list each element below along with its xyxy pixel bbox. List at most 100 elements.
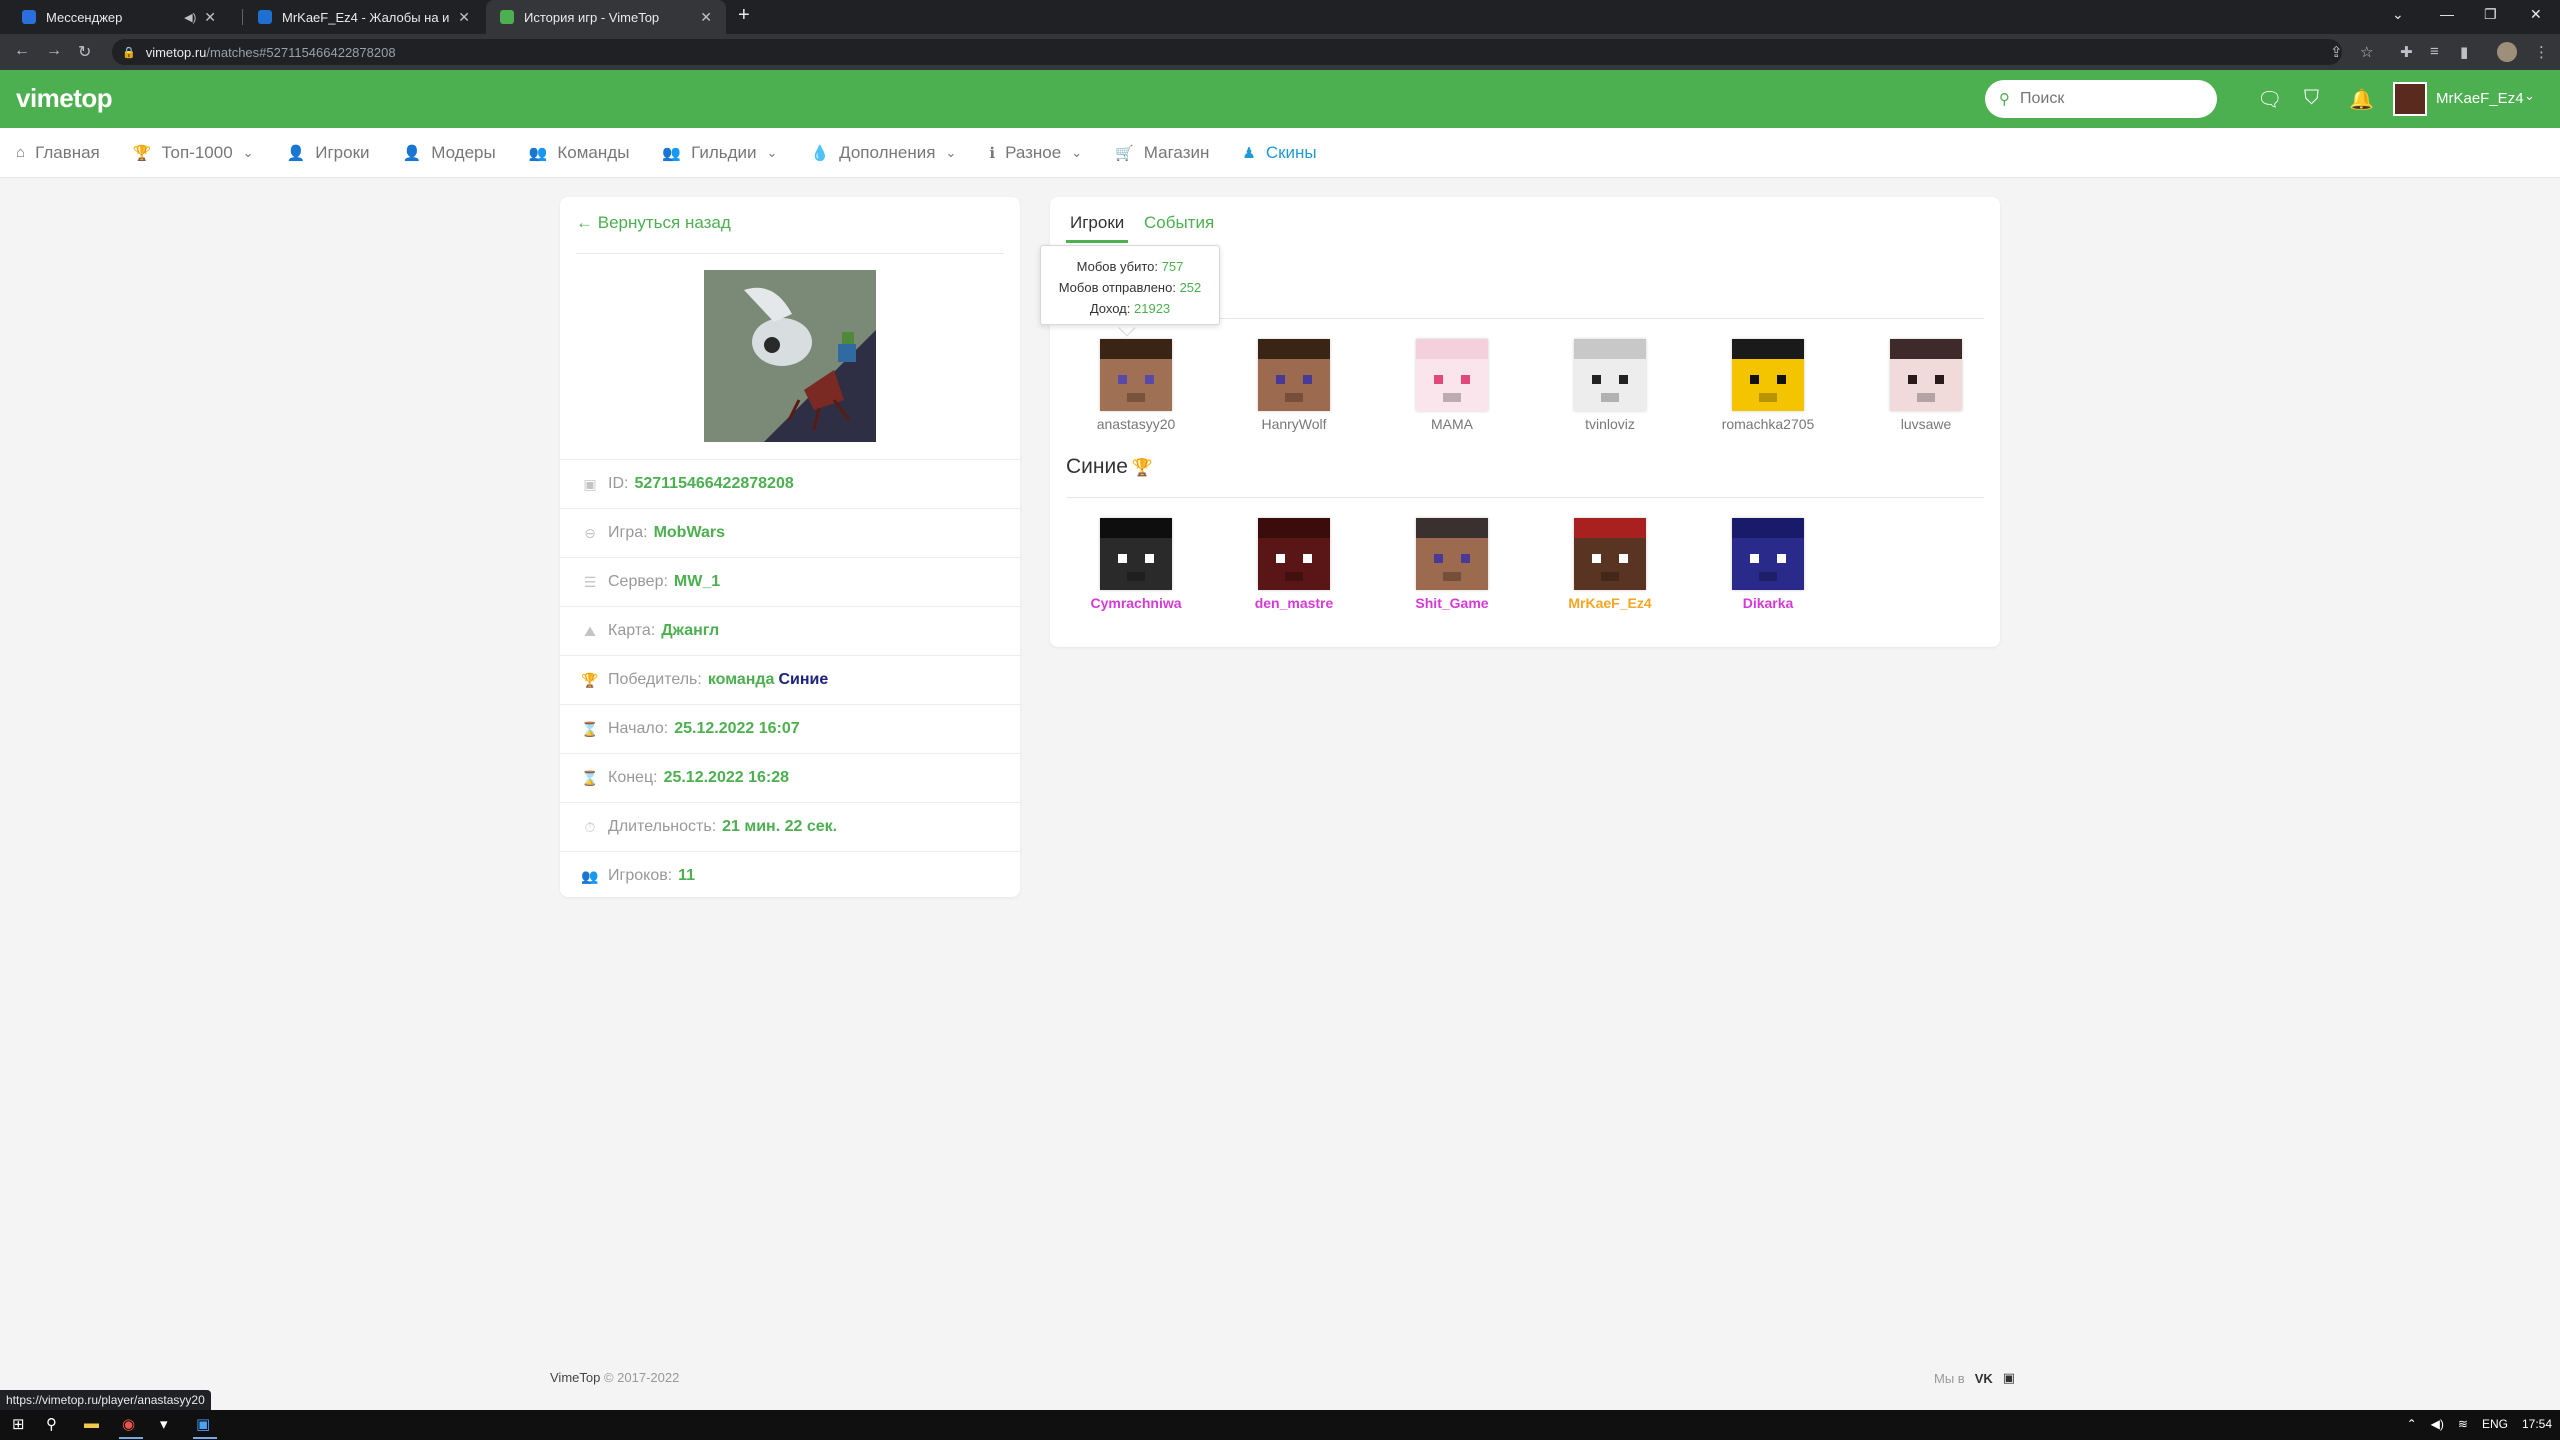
info-row-id: ▣ ID: 527115466422878208 bbox=[560, 459, 1020, 508]
player-tile[interactable]: MAMA bbox=[1382, 339, 1522, 432]
player-name[interactable]: MrKaeF_Ez4 bbox=[1540, 595, 1680, 611]
discord-icon[interactable]: ▣ bbox=[2003, 1370, 2015, 1386]
file-explorer-icon[interactable]: ▬ bbox=[84, 1415, 99, 1432]
player-name[interactable]: tvinloviz bbox=[1540, 416, 1680, 432]
close-tab-icon[interactable]: ✕ bbox=[458, 9, 470, 26]
side-panel-icon[interactable]: ▮ bbox=[2460, 43, 2468, 61]
tab-search-icon[interactable]: ⌄ bbox=[2392, 6, 2404, 23]
player-name[interactable]: luvsawe bbox=[1856, 416, 1996, 432]
close-window-icon[interactable]: ✕ bbox=[2530, 6, 2542, 23]
player-skin-avatar[interactable] bbox=[1732, 518, 1804, 590]
reload-icon[interactable]: ↻ bbox=[78, 42, 91, 62]
hourglass-start-icon: ⌛ bbox=[581, 720, 599, 737]
player-skin-avatar[interactable] bbox=[1574, 339, 1646, 411]
player-skin-avatar[interactable] bbox=[1574, 518, 1646, 590]
nav-item-top1000[interactable]: 🏆 Топ-1000 ⌄ bbox=[133, 143, 254, 163]
restore-icon[interactable]: ❐ bbox=[2484, 6, 2497, 23]
volume-icon[interactable]: ◀) bbox=[2431, 1417, 2444, 1431]
player-tile[interactable]: Dikarka bbox=[1698, 518, 1838, 611]
minimize-icon[interactable]: — bbox=[2440, 6, 2454, 22]
user-avatar[interactable] bbox=[2393, 82, 2427, 116]
messages-icon[interactable]: 🗨 bbox=[2257, 87, 2282, 112]
reading-list-icon[interactable]: ≡ bbox=[2430, 43, 2439, 60]
player-skin-avatar[interactable] bbox=[1100, 518, 1172, 590]
extensions-icon[interactable]: ✚ bbox=[2400, 43, 2413, 61]
browser-tab-vimetop[interactable]: История игр - VimeTop ✕ bbox=[486, 0, 726, 34]
footer-copyright: VimeTop © 2017-2022 bbox=[550, 1370, 679, 1385]
bell-icon[interactable]: 🔔 bbox=[2349, 87, 2374, 112]
browser-tab-messenger[interactable]: Мессенджер ◀) ✕ bbox=[8, 0, 230, 34]
player-skin-avatar[interactable] bbox=[1258, 518, 1330, 590]
user-name[interactable]: MrKaeF_Ez4 bbox=[2436, 90, 2524, 107]
close-tab-icon[interactable]: ✕ bbox=[700, 9, 712, 26]
player-name[interactable]: Dikarka bbox=[1698, 595, 1838, 611]
shield-icon[interactable]: ⛉ bbox=[2304, 87, 2319, 110]
network-icon[interactable]: ≋ bbox=[2458, 1417, 2468, 1431]
nav-item-home[interactable]: ⌂ Главная bbox=[16, 143, 100, 163]
search-icon[interactable]: ⚲ bbox=[46, 1415, 57, 1433]
forward-icon[interactable]: → bbox=[46, 42, 62, 60]
player-name[interactable]: anastasyy20 bbox=[1066, 416, 1206, 432]
player-skin-avatar[interactable] bbox=[1890, 339, 1962, 411]
player-tile[interactable]: den_mastre bbox=[1224, 518, 1364, 611]
player-name[interactable]: den_mastre bbox=[1224, 595, 1364, 611]
tab-players[interactable]: Игроки bbox=[1066, 213, 1129, 243]
player-name[interactable]: HanryWolf bbox=[1224, 416, 1364, 432]
player-tile[interactable]: romachka2705 bbox=[1698, 339, 1838, 432]
search-input[interactable] bbox=[2020, 90, 2190, 108]
winner-team-name: Синие bbox=[778, 671, 829, 688]
nav-item-guilds[interactable]: 👥 Гильдии ⌄ bbox=[662, 143, 777, 163]
back-icon[interactable]: ← bbox=[14, 42, 30, 60]
back-link[interactable]: ← Вернуться назад bbox=[576, 213, 731, 233]
speaker-icon[interactable]: ◀) bbox=[184, 11, 196, 24]
nav-item-teams[interactable]: 👥 Команды bbox=[529, 143, 630, 163]
player-tile[interactable]: MrKaeF_Ez4 bbox=[1540, 518, 1680, 611]
tray-chevron-icon[interactable]: ⌃ bbox=[2407, 1417, 2417, 1431]
tooltip-killed: Мобов убито: 757 bbox=[1041, 256, 1219, 277]
clock[interactable]: 17:54 bbox=[2522, 1417, 2552, 1431]
player-tile[interactable]: anastasyy20 bbox=[1066, 339, 1206, 432]
nav-item-players[interactable]: 👤 Игроки bbox=[287, 143, 370, 163]
nav-item-shop[interactable]: 🛒 Магазин bbox=[1115, 143, 1209, 163]
windows-start-icon[interactable]: ⊞ bbox=[12, 1415, 25, 1433]
player-tile[interactable]: HanryWolf bbox=[1224, 339, 1364, 432]
browser-tab-complaints[interactable]: MrKaeF_Ez4 - Жалобы на игроков ✕ bbox=[244, 0, 484, 34]
player-skin-avatar[interactable] bbox=[1416, 339, 1488, 411]
tab-events[interactable]: События bbox=[1144, 213, 1214, 243]
site-logo[interactable]: vimetop bbox=[16, 83, 113, 114]
mouse-app-icon[interactable]: ▾ bbox=[160, 1415, 168, 1433]
nav-item-moderators[interactable]: 👤 Модеры bbox=[403, 143, 496, 163]
nav-label: Разное bbox=[1005, 142, 1062, 162]
new-tab-button[interactable]: + bbox=[738, 4, 750, 27]
bookmark-star-icon[interactable]: ☆ bbox=[2360, 43, 2373, 61]
vk-icon[interactable]: VK bbox=[1975, 1371, 1993, 1386]
share-icon[interactable]: ⇪ bbox=[2330, 43, 2343, 61]
player-skin-avatar[interactable] bbox=[1732, 339, 1804, 411]
nav-item-misc[interactable]: ℹ Разное ⌄ bbox=[989, 143, 1082, 163]
search-box[interactable]: ⚲ bbox=[1985, 80, 2217, 118]
close-tab-icon[interactable]: ✕ bbox=[204, 9, 216, 26]
player-name[interactable]: MAMA bbox=[1382, 416, 1522, 432]
player-name[interactable]: romachka2705 bbox=[1698, 416, 1838, 432]
player-skin-avatar[interactable] bbox=[1258, 339, 1330, 411]
nav-item-addons[interactable]: 💧 Дополнения ⌄ bbox=[810, 143, 956, 163]
player-tile[interactable]: luvsawe bbox=[1856, 339, 1996, 432]
nav-item-skins[interactable]: ♟ Скины bbox=[1242, 143, 1316, 163]
footer-brand[interactable]: VimeTop bbox=[550, 1370, 600, 1385]
chevron-down-icon[interactable]: ⌄ bbox=[2524, 88, 2535, 104]
player-skin-avatar[interactable] bbox=[1416, 518, 1488, 590]
player-tile[interactable]: tvinloviz bbox=[1540, 339, 1680, 432]
profile-avatar-icon[interactable] bbox=[2497, 42, 2517, 62]
address-bar[interactable]: 🔒 vimetop.ru/matches#527115466422878208 bbox=[112, 39, 2342, 65]
player-tile[interactable]: Cymrachniwa bbox=[1066, 518, 1206, 611]
language-indicator[interactable]: ENG bbox=[2482, 1417, 2508, 1431]
chrome-icon[interactable]: ◉ bbox=[122, 1415, 135, 1433]
player-name[interactable]: Shit_Game bbox=[1382, 595, 1522, 611]
vk-app-icon[interactable]: ▣ bbox=[196, 1415, 210, 1433]
tab-title: История игр - VimeTop bbox=[524, 9, 660, 25]
player-name[interactable]: Cymrachniwa bbox=[1066, 595, 1206, 611]
player-skin-avatar[interactable] bbox=[1100, 339, 1172, 411]
menu-kebab-icon[interactable]: ⋮ bbox=[2534, 43, 2549, 61]
player-tile[interactable]: Shit_Game bbox=[1382, 518, 1522, 611]
skin-eye bbox=[1619, 554, 1628, 563]
